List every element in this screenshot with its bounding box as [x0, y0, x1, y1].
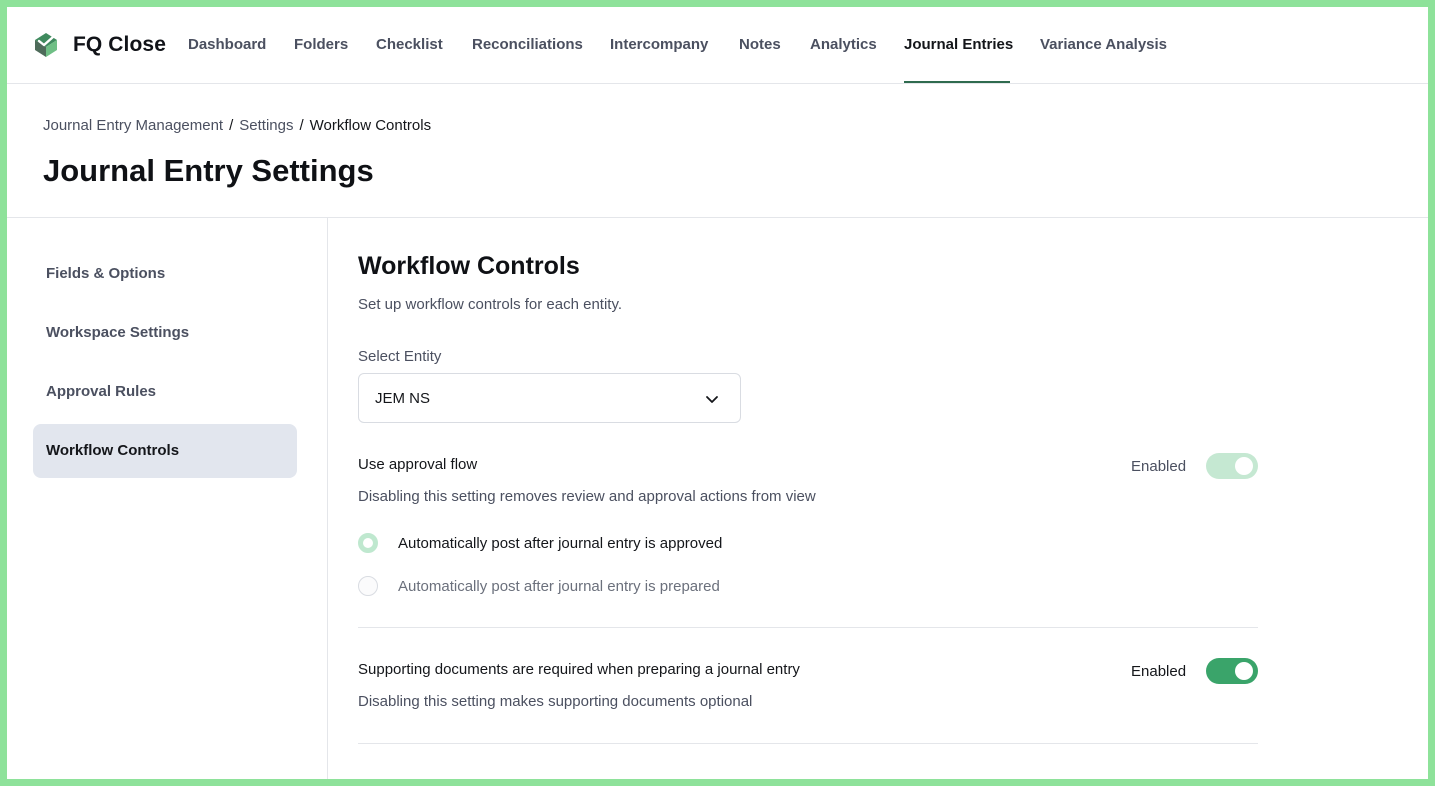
app-window: FQ Close Dashboard Folders Checklist Rec… [0, 0, 1435, 786]
select-entity-label: Select Entity [358, 348, 442, 365]
nav-intercompany[interactable]: Intercompany [610, 36, 708, 53]
sidebar-item-approval-rules[interactable]: Approval Rules [33, 365, 297, 419]
nav-notes[interactable]: Notes [739, 36, 781, 53]
section-divider [358, 743, 1258, 744]
breadcrumb-journal-entry-management[interactable]: Journal Entry Management [43, 117, 223, 134]
section-title: Workflow Controls [358, 252, 580, 280]
toggle-knob [1235, 662, 1253, 680]
breadcrumb-separator: / [299, 117, 304, 134]
approval-flow-toggle[interactable] [1206, 453, 1258, 479]
supporting-docs-toggle-label: Enabled [1131, 663, 1187, 680]
nav-folders[interactable]: Folders [294, 36, 348, 53]
nav-journal-entries[interactable]: Journal Entries [904, 36, 1013, 53]
nav-reconciliations[interactable]: Reconciliations [472, 36, 583, 53]
sidebar-item-fields-options[interactable]: Fields & Options [33, 247, 297, 301]
breadcrumb-settings[interactable]: Settings [239, 117, 293, 134]
supporting-docs-description: Disabling this setting makes supporting … [358, 693, 753, 710]
radio-post-after-approved-label[interactable]: Automatically post after journal entry i… [398, 535, 722, 552]
nav-dashboard[interactable]: Dashboard [188, 36, 266, 53]
sidebar-item-workspace-settings[interactable]: Workspace Settings [33, 306, 297, 360]
entity-select[interactable]: JEM NS [358, 373, 741, 423]
brand-name[interactable]: FQ Close [73, 33, 166, 57]
breadcrumb-current: Workflow Controls [309, 117, 432, 134]
nav-checklist[interactable]: Checklist [376, 36, 443, 53]
radio-post-after-prepared-label[interactable]: Automatically post after journal entry i… [398, 578, 720, 595]
chevron-down-icon [706, 396, 718, 403]
settings-sidebar: Fields & Options Workspace Settings Appr… [7, 218, 328, 779]
breadcrumb-separator: / [229, 117, 234, 134]
section-subtitle: Set up workflow controls for each entity… [358, 296, 623, 313]
radio-post-after-prepared[interactable] [358, 576, 378, 596]
top-navigation: FQ Close Dashboard Folders Checklist Rec… [7, 7, 1428, 84]
entity-select-value: JEM NS [375, 390, 431, 407]
nav-analytics[interactable]: Analytics [810, 36, 877, 53]
radio-post-after-approved[interactable] [358, 533, 378, 553]
section-divider [358, 627, 1258, 628]
toggle-knob [1235, 457, 1253, 475]
approval-flow-description: Disabling this setting removes review an… [358, 488, 816, 505]
approval-flow-toggle-label: Enabled [1131, 458, 1187, 475]
active-tab-indicator [904, 81, 1010, 83]
nav-variance-analysis[interactable]: Variance Analysis [1040, 36, 1167, 53]
breadcrumb: Journal Entry Management / Settings / Workfl… [43, 117, 431, 134]
approval-flow-title: Use approval flow [358, 456, 478, 473]
supporting-docs-title: Supporting documents are required when p… [358, 661, 800, 678]
fq-close-logo-icon[interactable] [33, 31, 59, 59]
page-title: Journal Entry Settings [43, 153, 374, 188]
supporting-docs-toggle[interactable] [1206, 658, 1258, 684]
sidebar-item-workflow-controls[interactable]: Workflow Controls [33, 424, 297, 478]
